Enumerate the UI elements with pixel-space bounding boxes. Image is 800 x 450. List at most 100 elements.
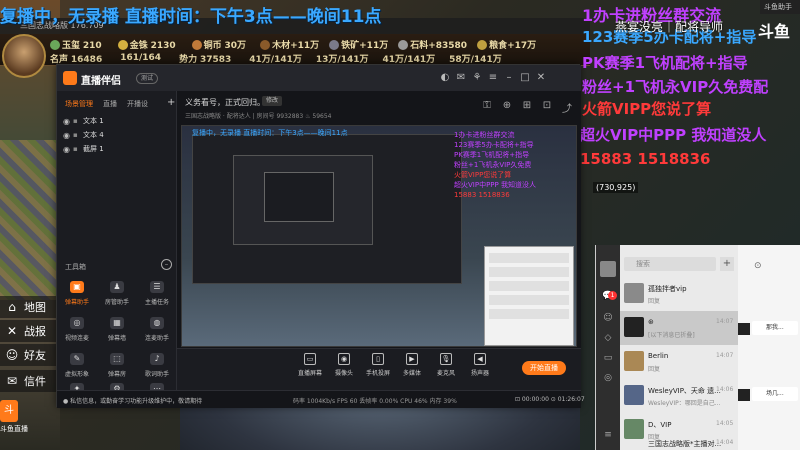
preview-promo-1: 1办卡进粉丝群交流	[454, 131, 515, 139]
lock-icon[interactable]: ▪	[73, 131, 83, 139]
menu-friends[interactable]: ☺ 好友	[0, 344, 58, 366]
conversation-preview: [以下消息已折叠]	[648, 332, 695, 339]
folder-icon[interactable]: ▭	[602, 353, 614, 365]
avatar	[624, 351, 644, 371]
maximize-icon[interactable]: □	[517, 72, 533, 83]
preview-chat-window	[484, 246, 574, 346]
eye-icon[interactable]: ◉	[63, 145, 73, 154]
avatar[interactable]	[600, 261, 616, 277]
add-scene-icon[interactable]: +	[167, 97, 175, 108]
share-icon[interactable]: ⤴	[557, 100, 577, 115]
tool-streamer-task[interactable]: ☰ 主播任务	[137, 281, 177, 317]
gift-icon[interactable]: ⚘	[469, 72, 485, 83]
avatar	[624, 283, 644, 303]
source-media-button[interactable]: ▶ 多媒体	[395, 353, 429, 377]
menu-friends-label: 好友	[24, 349, 46, 362]
conversation-name: Berlin	[648, 352, 669, 360]
app-tag[interactable]: 测试	[136, 73, 158, 84]
status-timer: ⊡ 00:00:00 ⊙ 01:26:07	[515, 396, 585, 403]
tool-label: 主播任务	[144, 299, 169, 306]
preview-nested-window-3	[264, 172, 334, 222]
preview-chat-item	[489, 295, 569, 305]
tool-label: 视频连麦	[64, 335, 89, 342]
player-avatar[interactable]	[2, 34, 46, 78]
tool-label: 弹幕助手	[64, 299, 89, 306]
menu-mail[interactable]: ✉ 信件	[0, 370, 58, 392]
edit-title-button[interactable]: 修改	[262, 96, 282, 106]
user-icon[interactable]: ◐	[437, 72, 453, 83]
douyu-watermark: 斗鱼	[758, 22, 791, 41]
scene-item[interactable]: ◉ ▪ 文本 4	[63, 129, 173, 141]
screenshot-icon[interactable]: ⊡	[537, 100, 557, 115]
task-icon: ☰	[150, 281, 164, 293]
tool-label: 弹幕房	[107, 371, 126, 378]
wood-icon	[260, 40, 271, 50]
tab-live[interactable]: 直播	[103, 99, 117, 109]
conversation-item[interactable]: 孤独拌者vip 回复	[620, 277, 738, 311]
chat-window: 💬 1 ☺ ◇ ▭ ◎ ≡ ⌕ 搜索 + 孤独拌者vip回复 ⊛[以下消息已折叠…	[595, 245, 800, 450]
lock-icon[interactable]: ▪	[73, 117, 83, 125]
game-minimap[interactable]	[0, 140, 58, 300]
minimize-icon[interactable]: –	[501, 72, 517, 83]
tool-link-assistant[interactable]: ◍ 连麦助手	[137, 317, 177, 353]
contacts-icon[interactable]: ☺	[602, 313, 614, 325]
conversation-time: 14:06	[716, 386, 734, 393]
menu-icon[interactable]: ≡	[602, 430, 614, 442]
start-stream-button[interactable]: 开始直播	[522, 361, 566, 375]
tool-danmaku-wall[interactable]: ▦ 弹幕墙	[97, 317, 137, 353]
source-camera-button[interactable]: ◉ 摄像头	[327, 353, 361, 377]
microphone-button[interactable]: 🎙 麦克风	[429, 353, 463, 377]
tab-scenes[interactable]: 场景管理	[65, 99, 93, 109]
lock-icon[interactable]: ⚿	[477, 100, 497, 115]
grain-icon	[477, 40, 488, 50]
layout-icon[interactable]: ⊞	[517, 100, 537, 115]
conversation-item[interactable]: 三国志战略版*主播对... 14:04	[620, 439, 738, 450]
lyrics-icon: ♪	[150, 353, 164, 365]
conversation-time: 14:07	[716, 318, 734, 325]
conversation-item[interactable]: Berlin 回复 14:07	[620, 345, 738, 379]
scene-item[interactable]: ◉ ▪ 文本 1	[63, 115, 173, 127]
add-button[interactable]: +	[720, 257, 734, 271]
tool-room-manager[interactable]: ♟ 房管助手	[97, 281, 137, 317]
source-phone-button[interactable]: ▯ 手机投屏	[361, 353, 395, 377]
tool-video-link[interactable]: ◎ 视频连麦	[57, 317, 97, 353]
live-preview[interactable]: 复播中，无录播 直播时间：下午3点——晚间11点 1办卡进粉丝群交流 123赛季…	[181, 125, 577, 347]
promo-line-6: 超火VIP中PPP 我知道没人	[580, 126, 767, 144]
menu-map[interactable]: ⌂ 地图	[0, 296, 58, 318]
preview-promo-3: PK赛季1飞机配将+指导	[454, 151, 530, 159]
link-assistant-icon: ◍	[150, 317, 164, 329]
settings-icon[interactable]: ≡	[485, 72, 501, 83]
speaker-button[interactable]: ◀ 扬声器	[463, 353, 497, 377]
preview-nested-window-2	[233, 155, 373, 245]
pin-icon[interactable]: ⊕	[497, 100, 517, 115]
avatar	[738, 323, 750, 335]
crossed-swords-icon: ✕	[6, 324, 18, 338]
conversation-name: 孤独拌者vip	[648, 285, 687, 293]
chat-nav: 💬 1 ☺ ◇ ▭ ◎ ≡	[596, 245, 620, 450]
source-screen-button[interactable]: ▭ 直播屏幕	[293, 353, 327, 377]
conversation-item[interactable]: WesleyVIP、天命 遗... WesleyVIP：哪回是自己... 14:06	[620, 379, 738, 413]
resource-stone: 石料+83580	[398, 38, 467, 51]
game-resource-bar: 玉玺 210 金铢 2130 铜币 30万 木材+11万 铁矿+11万 石料+8…	[0, 34, 590, 66]
favorites-icon[interactable]: ◇	[602, 333, 614, 345]
tab-settings[interactable]: 开播设	[127, 99, 148, 109]
eye-icon[interactable]: ◉	[63, 117, 73, 126]
stream-companion-window: 直播伴侣 测试 ◐ ✉ ⚘ ≡ – □ ✕ 场景管理 直播 开播设 + ◉ ▪ 文本…	[56, 64, 585, 408]
moments-icon[interactable]: ◎	[602, 373, 614, 385]
screen: 三国志战略版 176.709 玉玺 210 金铢 2130 铜币 30万 木材+…	[0, 0, 800, 450]
preview-promo-7: 15883 1518836	[454, 191, 510, 199]
preview-promo-4: 粉丝+1飞机永VIP久免费	[454, 161, 532, 169]
tool-danmaku-assistant[interactable]: ▣ 弹幕助手	[57, 281, 97, 317]
power-stat: 势力 37583	[179, 54, 232, 65]
scene-item[interactable]: ◉ ▪ 截屏 1	[63, 143, 173, 155]
preview-tools: ⚿ ⊕ ⊞ ⊡ ⤴	[477, 100, 577, 115]
menu-battle-report[interactable]: ✕ 战报	[0, 320, 58, 342]
lock-icon[interactable]: ▪	[73, 145, 83, 153]
conversation-item[interactable]: ⊛ [以下消息已折叠] 14:07	[620, 311, 738, 345]
eye-icon[interactable]: ◉	[63, 131, 73, 140]
close-icon[interactable]: ✕	[533, 72, 549, 83]
virtual-avatar-icon: ✎	[70, 353, 84, 365]
collapse-icon[interactable]: –	[161, 259, 172, 270]
search-input[interactable]: 搜索	[624, 257, 716, 271]
mail-icon[interactable]: ✉	[453, 72, 469, 83]
